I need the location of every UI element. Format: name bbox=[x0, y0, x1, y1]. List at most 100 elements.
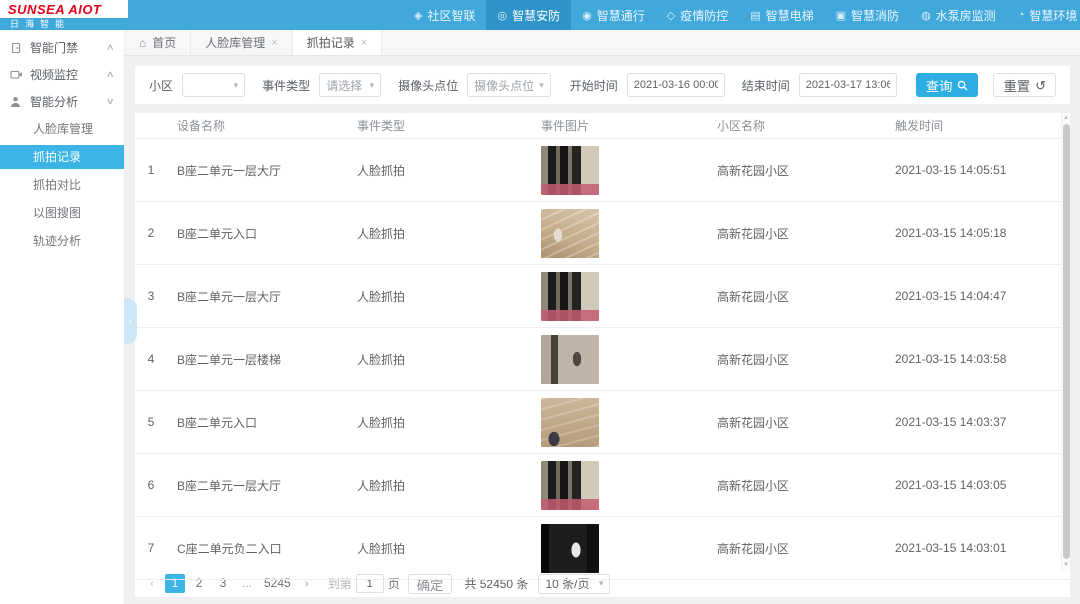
event-photo-thumbnail[interactable] bbox=[541, 461, 599, 510]
sidebar-item-face-library[interactable]: 人脸库管理 bbox=[0, 117, 124, 141]
device-name: B座二单元一层大厅 bbox=[167, 477, 347, 494]
tab-home[interactable]: ⌂ 首页 bbox=[125, 30, 191, 55]
community-name: 高新花园小区 bbox=[707, 288, 885, 305]
community-name: 高新花园小区 bbox=[707, 225, 885, 242]
event-type: 人脸抓拍 bbox=[347, 477, 531, 494]
topnav-item-epidemic[interactable]: ◇ 疫情防控 bbox=[656, 0, 739, 30]
event-type: 人脸抓拍 bbox=[347, 225, 531, 242]
topnav-item-pump-room[interactable]: ◍ 水泵房监测 bbox=[910, 0, 1007, 30]
search-button[interactable]: 查询 bbox=[916, 73, 979, 97]
topnav-item-security[interactable]: ◎ 智慧安防 bbox=[486, 0, 571, 30]
community-name: 高新花园小区 bbox=[707, 162, 885, 179]
event-photo-thumbnail[interactable] bbox=[541, 335, 599, 384]
filter-bar: 小区 ▾ 事件类型 请选择 ▾ 摄像头点位 摄像头点位 ▾ 开 bbox=[135, 66, 1070, 104]
device-name: B座二单元入口 bbox=[167, 414, 347, 431]
reset-button[interactable]: 重置 ↺ bbox=[993, 73, 1056, 97]
door-access-icon bbox=[10, 42, 23, 54]
trigger-time: 2021-03-15 14:03:05 bbox=[885, 478, 1070, 492]
tab-face-library[interactable]: 人脸库管理 × bbox=[191, 30, 292, 55]
close-icon[interactable]: × bbox=[271, 37, 277, 49]
row-index: 4 bbox=[135, 352, 167, 366]
environment-icon: ◔ bbox=[1018, 9, 1025, 21]
trigger-time: 2021-03-15 14:03:01 bbox=[885, 541, 1070, 555]
device-name: B座二单元一层大厅 bbox=[167, 288, 347, 305]
search-button-label: 查询 bbox=[926, 76, 953, 95]
topnav-label: 疫情防控 bbox=[680, 7, 728, 24]
topnav-label: 智慧通行 bbox=[597, 7, 645, 24]
event-photo-thumbnail[interactable] bbox=[541, 524, 599, 573]
tab-label: 人脸库管理 bbox=[205, 34, 265, 51]
sidebar-item-capture-compare[interactable]: 抓拍对比 bbox=[0, 173, 124, 197]
chevron-up-icon: ∧ bbox=[106, 69, 115, 80]
event-photo-thumbnail[interactable] bbox=[541, 398, 599, 447]
topnav-item-fire[interactable]: ▣ 智慧消防 bbox=[825, 0, 910, 30]
tab-capture-records[interactable]: 抓拍记录 × bbox=[293, 30, 382, 55]
content-area: 小区 ▾ 事件类型 请选择 ▾ 摄像头点位 摄像头点位 ▾ 开 bbox=[125, 56, 1080, 604]
event-photo-thumbnail[interactable] bbox=[541, 146, 599, 195]
row-index: 2 bbox=[135, 226, 167, 240]
sidebar-collapse-handle[interactable]: ‹ bbox=[124, 298, 137, 344]
records-table-card: 设备名称 事件类型 事件图片 小区名称 触发时间 1 B座二单元一层大厅 人脸抓… bbox=[135, 113, 1070, 597]
row-index: 3 bbox=[135, 289, 167, 303]
sidebar-item-image-search[interactable]: 以图搜图 bbox=[0, 201, 124, 225]
community-select[interactable]: ▾ bbox=[182, 73, 245, 97]
event-photo-thumbnail[interactable] bbox=[541, 209, 599, 258]
end-time-input[interactable] bbox=[799, 73, 897, 97]
column-header-event-photo: 事件图片 bbox=[531, 117, 707, 134]
sidebar-group-label: 智能门禁 bbox=[30, 39, 78, 56]
community-link-icon: ◈ bbox=[414, 9, 422, 22]
brand-subtitle: 日海智能 bbox=[0, 18, 128, 30]
row-index: 1 bbox=[135, 163, 167, 177]
event-type: 人脸抓拍 bbox=[347, 414, 531, 431]
device-name: C座二单元负二入口 bbox=[167, 540, 347, 557]
device-name: B座二单元一层大厅 bbox=[167, 162, 347, 179]
table-vertical-scrollbar[interactable]: ▲ ▼ bbox=[1061, 113, 1070, 570]
event-type: 人脸抓拍 bbox=[347, 288, 531, 305]
sidebar: 智能门禁 ∧ 视频监控 ∧ 智能分析 ∨ 人脸库管理 抓拍记录 抓拍对比 bbox=[0, 30, 125, 604]
column-header-community: 小区名称 bbox=[707, 117, 885, 134]
trigger-time: 2021-03-15 14:03:37 bbox=[885, 415, 1070, 429]
chevron-down-icon: ▾ bbox=[539, 80, 544, 91]
chevron-down-icon: ▾ bbox=[234, 80, 239, 91]
sidebar-group-ai-analysis[interactable]: 智能分析 ∨ bbox=[0, 88, 124, 115]
sidebar-group-video-monitor[interactable]: 视频监控 ∧ bbox=[0, 61, 124, 88]
epidemic-control-icon: ◇ bbox=[667, 9, 675, 22]
top-nav-menu: ◈ 社区智联 ◎ 智慧安防 ◉ 智慧通行 ◇ 疫情防控 ▤ 智慧电梯 ▣ 智慧消… bbox=[403, 0, 1080, 30]
device-name: B座二单元一层楼梯 bbox=[167, 351, 347, 368]
tab-label: 抓拍记录 bbox=[307, 34, 355, 51]
event-type-select[interactable]: 请选择 ▾ bbox=[319, 73, 381, 97]
sidebar-item-capture-records[interactable]: 抓拍记录 bbox=[0, 145, 124, 169]
sidebar-group-door-access[interactable]: 智能门禁 ∧ bbox=[0, 34, 124, 61]
reset-icon: ↺ bbox=[1035, 79, 1046, 92]
camera-select[interactable]: 摄像头点位 ▾ bbox=[467, 73, 551, 97]
start-time-label: 开始时间 bbox=[570, 77, 618, 94]
start-time-input[interactable] bbox=[627, 73, 725, 97]
reset-button-label: 重置 bbox=[1003, 76, 1030, 95]
table-row: 6 B座二单元一层大厅 人脸抓拍 高新花园小区 2021-03-15 14:03… bbox=[135, 454, 1070, 517]
close-icon[interactable]: × bbox=[361, 37, 367, 49]
scrollbar-thumb[interactable] bbox=[1063, 124, 1070, 559]
table-row: 2 B座二单元入口 人脸抓拍 高新花园小区 2021-03-15 14:05:1… bbox=[135, 202, 1070, 265]
community-name: 高新花园小区 bbox=[707, 414, 885, 431]
tab-bar: ⌂ 首页 人脸库管理 × 抓拍记录 × bbox=[125, 30, 1080, 56]
table-row: 1 B座二单元一层大厅 人脸抓拍 高新花园小区 2021-03-15 14:05… bbox=[135, 139, 1070, 202]
top-navigation-bar: SUNSEA AIOT 日海智能 ◈ 社区智联 ◎ 智慧安防 ◉ 智慧通行 ◇ … bbox=[0, 0, 1080, 30]
row-index: 7 bbox=[135, 541, 167, 555]
chevron-down-icon: ∨ bbox=[106, 96, 115, 107]
records-table: 设备名称 事件类型 事件图片 小区名称 触发时间 1 B座二单元一层大厅 人脸抓… bbox=[135, 113, 1070, 570]
trigger-time: 2021-03-15 14:04:47 bbox=[885, 289, 1070, 303]
event-photo-thumbnail[interactable] bbox=[541, 272, 599, 321]
topnav-item-community-link[interactable]: ◈ 社区智联 bbox=[403, 0, 486, 30]
sidebar-item-track-analysis[interactable]: 轨迹分析 bbox=[0, 229, 124, 253]
fire-safety-icon: ▣ bbox=[836, 9, 846, 22]
elevator-icon: ▤ bbox=[750, 9, 760, 22]
trigger-time: 2021-03-15 14:03:58 bbox=[885, 352, 1070, 366]
topnav-item-access[interactable]: ◉ 智慧通行 bbox=[571, 0, 656, 30]
device-name: B座二单元入口 bbox=[167, 225, 347, 242]
topnav-item-elevator[interactable]: ▤ 智慧电梯 bbox=[739, 0, 824, 30]
topnav-label: 智慧消防 bbox=[851, 7, 899, 24]
table-header-row: 设备名称 事件类型 事件图片 小区名称 触发时间 bbox=[135, 113, 1070, 139]
scroll-up-arrow-icon[interactable]: ▲ bbox=[1063, 113, 1069, 123]
topnav-item-environment[interactable]: ◔ 智慧环境 bbox=[1007, 0, 1080, 30]
scroll-down-arrow-icon[interactable]: ▼ bbox=[1063, 560, 1069, 570]
